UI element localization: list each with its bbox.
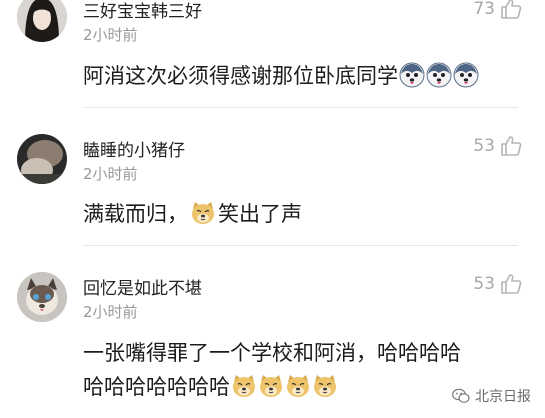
comment-text-part: 笑出了声 <box>218 202 302 226</box>
comment-text: 一张嘴得罪了一个学校和阿消，哈哈哈哈 哈哈哈哈哈哈哈 <box>83 337 461 403</box>
comment-text-part: 满载而归， <box>83 202 188 226</box>
comment-item: 三好宝宝韩三好 73 2小时前 阿消这次必须得感谢那位卧底同学 <box>0 0 545 108</box>
comment-item: 瞌睡的小猪仔 53 2小时前 满载而归， 笑出了声 <box>0 108 545 246</box>
avatar[interactable] <box>17 134 67 184</box>
doge-face-icon <box>312 373 338 399</box>
like-count: 53 <box>473 274 495 294</box>
comment-text: 阿消这次必须得感谢那位卧底同学 <box>83 60 479 92</box>
comment-time: 2小时前 <box>83 303 138 321</box>
comment-text-body: 阿消这次必须得感谢那位卧底同学 <box>83 64 398 88</box>
like-button[interactable]: 73 <box>473 0 523 21</box>
comment-text-line: 一张嘴得罪了一个学校和阿消，哈哈哈哈 <box>83 341 461 365</box>
watermark: 北京日报 <box>452 386 531 406</box>
watermark-text: 北京日报 <box>475 389 531 405</box>
username[interactable]: 回忆是如此不堪 <box>83 274 202 299</box>
comment-text: 满载而归， 笑出了声 <box>83 198 302 230</box>
husky-face-icon <box>399 62 425 88</box>
husky-face-icon <box>426 62 452 88</box>
doge-face-icon <box>258 373 284 399</box>
avatar[interactable] <box>17 272 67 322</box>
username[interactable]: 瞌睡的小猪仔 <box>83 136 185 161</box>
like-button[interactable]: 53 <box>473 272 523 296</box>
comment-text-part: 哈哈哈哈哈哈哈 <box>83 375 230 399</box>
doge-face-icon <box>285 373 311 399</box>
like-button[interactable]: 53 <box>473 134 523 158</box>
like-count: 73 <box>473 0 495 19</box>
thumbs-up-icon[interactable] <box>499 134 523 158</box>
doge-face-icon <box>231 373 257 399</box>
thumbs-up-icon[interactable] <box>499 0 523 21</box>
comment-time: 2小时前 <box>83 165 138 183</box>
like-count: 53 <box>473 136 495 156</box>
wechat-icon <box>452 388 470 404</box>
comment-time: 2小时前 <box>83 26 138 44</box>
username[interactable]: 三好宝宝韩三好 <box>83 0 202 22</box>
thumbs-up-icon[interactable] <box>499 272 523 296</box>
comment-text-line-2: 哈哈哈哈哈哈哈 <box>83 371 461 403</box>
doge-face-icon <box>190 200 216 226</box>
avatar[interactable] <box>17 0 67 42</box>
husky-face-icon <box>453 62 479 88</box>
